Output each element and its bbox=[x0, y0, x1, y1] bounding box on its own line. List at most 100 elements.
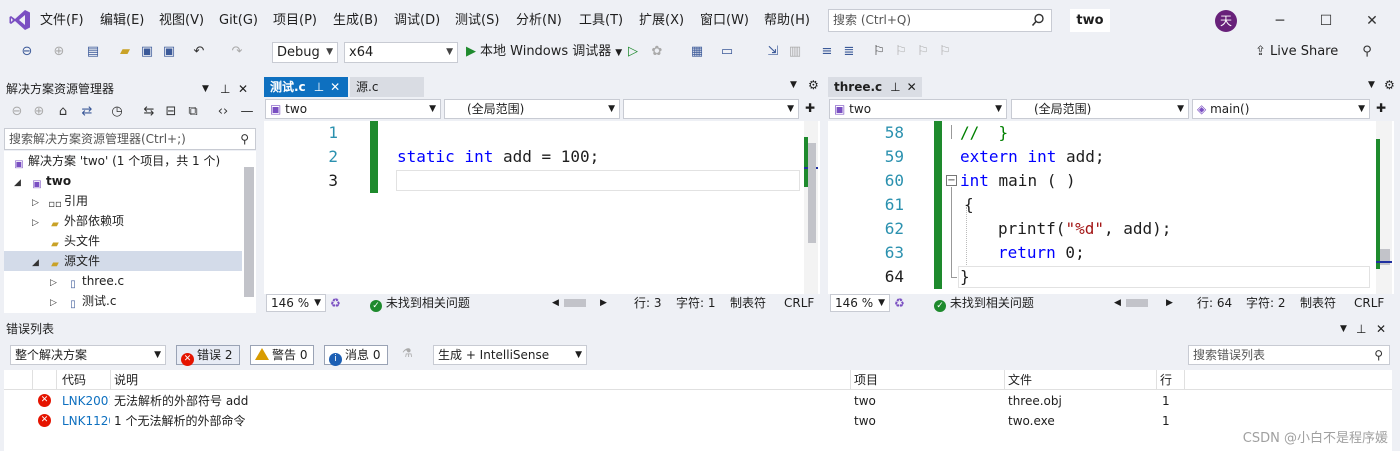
zoom-dropdown[interactable]: 146 % ▼ bbox=[830, 294, 890, 312]
menu-build[interactable]: 生成(B) bbox=[333, 12, 378, 30]
menu-analyze[interactable]: 分析(N) bbox=[516, 12, 562, 30]
issues-status[interactable]: ✓ 未找到相关问题 bbox=[370, 294, 470, 312]
split-icon[interactable]: ✚ bbox=[1376, 101, 1386, 115]
column-project[interactable]: 项目 bbox=[854, 370, 878, 390]
step-icon[interactable]: ⇲ bbox=[764, 43, 782, 61]
project-dropdown[interactable]: ▣ two ▼ bbox=[829, 99, 1007, 119]
menu-file[interactable]: 文件(F) bbox=[40, 12, 84, 30]
live-share-button[interactable]: ⇪ Live Share bbox=[1255, 43, 1338, 61]
issues-status[interactable]: ✓ 未找到相关问题 bbox=[934, 294, 1034, 312]
sync-icon[interactable]: ⇆ bbox=[140, 103, 158, 121]
pending-changes-icon[interactable]: ◷ bbox=[108, 103, 126, 121]
save-all-icon[interactable]: ▣ bbox=[160, 43, 178, 61]
tab-mode-indicator[interactable]: 制表符 bbox=[1300, 294, 1336, 312]
scope-dropdown[interactable]: (全局范围) ▼ bbox=[1011, 99, 1189, 119]
column-line[interactable]: 行 bbox=[1160, 370, 1172, 390]
scope-dropdown[interactable]: (全局范围) ▼ bbox=[444, 99, 620, 119]
column-description[interactable]: 说明 bbox=[114, 370, 138, 390]
solution-explorer-icon[interactable]: ▦ bbox=[688, 43, 706, 61]
menu-edit[interactable]: 编辑(E) bbox=[100, 12, 144, 30]
tab-yuan-c[interactable]: 源.c bbox=[350, 77, 424, 97]
tree-item-references[interactable]: ▷ ▫▫ 引用 bbox=[4, 191, 242, 211]
save-icon[interactable]: ▣ bbox=[138, 43, 156, 61]
maximize-icon[interactable]: ☐ bbox=[1316, 11, 1336, 31]
intellicode-icon[interactable]: ♻ bbox=[894, 294, 905, 312]
close-tab-icon[interactable]: ✕ bbox=[330, 80, 340, 94]
scroll-right-icon[interactable]: ▶ bbox=[600, 294, 607, 312]
column-code[interactable]: 代码 bbox=[62, 370, 86, 390]
tree-item-solution[interactable]: ▣ 解决方案 'two' (1 个项目，共 1 个) bbox=[4, 151, 242, 171]
bookmark-icon[interactable]: ⚐ bbox=[870, 43, 888, 61]
error-scope-dropdown[interactable]: 整个解决方案 ▼ bbox=[10, 345, 166, 365]
tab-test-c[interactable]: 测试.c ⊥ ✕ bbox=[264, 77, 348, 97]
tree-item-header-files[interactable]: ▰ 头文件 bbox=[4, 231, 242, 251]
uncomment-icon[interactable]: ≣ bbox=[840, 43, 858, 61]
zoom-dropdown[interactable]: 146 % ▼ bbox=[266, 294, 326, 312]
errors-filter-button[interactable]: ✕ 错误 2 bbox=[176, 345, 240, 366]
new-project-icon[interactable]: ▤ bbox=[84, 43, 102, 61]
chevron-down-icon[interactable]: ▼ bbox=[1340, 320, 1347, 338]
collapsed-icon[interactable]: ▷ bbox=[32, 193, 46, 213]
next-bookmark-icon[interactable]: ⚐ bbox=[914, 43, 932, 61]
collapse-region-icon[interactable]: − bbox=[946, 175, 957, 186]
pin-icon[interactable]: ⊥ bbox=[314, 80, 324, 94]
scroll-left-icon[interactable]: ◀ bbox=[552, 294, 559, 312]
filter-icon[interactable]: ⚗ bbox=[402, 346, 413, 360]
settings-icon[interactable]: ⚙ bbox=[1384, 78, 1395, 92]
start-debugging-button[interactable]: ▶ 本地 Windows 调试器 ▼ bbox=[466, 42, 622, 62]
code-view-icon[interactable]: ‹› bbox=[214, 103, 232, 121]
project-dropdown[interactable]: ▣ two ▼ bbox=[265, 99, 441, 119]
solution-name-badge[interactable]: two bbox=[1070, 9, 1110, 32]
feedback-icon[interactable]: ⚲ bbox=[1358, 43, 1376, 61]
vertical-scrollbar[interactable] bbox=[804, 121, 818, 294]
code-line[interactable]: extern int add; bbox=[960, 145, 1105, 169]
horizontal-scroll-thumb[interactable] bbox=[1126, 299, 1148, 307]
tree-item-file[interactable]: ▷ ▯ 测试.c bbox=[4, 291, 242, 311]
table-row[interactable]: ✕ LNK1120 1 个无法解析的外部命令 two two.exe 1 bbox=[4, 411, 1392, 431]
home-icon[interactable]: ⌂ bbox=[54, 103, 72, 121]
minimize-icon[interactable]: ─ bbox=[1270, 11, 1290, 31]
error-source-dropdown[interactable]: 生成 + IntelliSense ▼ bbox=[433, 345, 587, 365]
solution-search-input[interactable]: 搜索解决方案资源管理器(Ctrl+;) ⚲ bbox=[4, 128, 256, 150]
visual-studio-logo-icon[interactable] bbox=[8, 8, 32, 32]
right-code-editor[interactable]: 58 59 60 61 62 63 64 − // } extern int a… bbox=[828, 121, 1394, 294]
char-indicator[interactable]: 字符: 1 bbox=[676, 294, 716, 312]
menu-help[interactable]: 帮助(H) bbox=[764, 12, 810, 30]
scroll-thumb[interactable] bbox=[808, 143, 816, 243]
pin-icon[interactable]: ⊥ bbox=[220, 80, 230, 98]
code-line[interactable]: int main ( ) bbox=[960, 169, 1076, 193]
comment-icon[interactable]: ≡ bbox=[818, 43, 836, 61]
vertical-scrollbar[interactable] bbox=[1376, 121, 1392, 294]
tree-item-source-files[interactable]: ◢ ▰ 源文件 bbox=[4, 251, 242, 271]
horizontal-scroll-thumb[interactable] bbox=[564, 299, 586, 307]
tree-item-project[interactable]: ◢ ▣ two bbox=[4, 171, 242, 191]
error-search-input[interactable]: 搜索错误列表 ⚲ bbox=[1188, 345, 1390, 365]
back-icon[interactable]: ⊖ bbox=[18, 43, 36, 61]
switch-views-icon[interactable]: ⇄ bbox=[78, 103, 96, 121]
member-dropdown[interactable]: ▼ bbox=[623, 99, 799, 119]
menu-extensions[interactable]: 扩展(X) bbox=[639, 12, 684, 30]
settings-icon[interactable]: ⚙ bbox=[808, 78, 819, 92]
tab-mode-indicator[interactable]: 制表符 bbox=[730, 294, 766, 312]
intellicode-icon[interactable]: ♻ bbox=[330, 294, 341, 312]
tree-item-external-deps[interactable]: ▷ ▰ 外部依赖项 bbox=[4, 211, 242, 231]
format-icon[interactable]: ▥ bbox=[786, 43, 804, 61]
code-line[interactable]: } bbox=[960, 265, 970, 289]
split-icon[interactable]: ✚ bbox=[805, 101, 815, 115]
forward-icon[interactable]: ⊕ bbox=[50, 43, 68, 61]
close-panel-icon[interactable]: ✕ bbox=[1376, 320, 1386, 338]
close-tab-icon[interactable]: ✕ bbox=[907, 80, 917, 94]
collapsed-icon[interactable]: ▷ bbox=[50, 273, 64, 293]
menu-window[interactable]: 窗口(W) bbox=[700, 12, 749, 30]
tab-list-icon[interactable]: ▼ bbox=[1368, 80, 1375, 90]
menu-project[interactable]: 项目(P) bbox=[273, 12, 317, 30]
menu-tools[interactable]: 工具(T) bbox=[579, 12, 623, 30]
platform-select[interactable]: x64 ▼ bbox=[344, 42, 458, 63]
collapse-all-icon[interactable]: ⊟ bbox=[162, 103, 180, 121]
prev-bookmark-icon[interactable]: ⚐ bbox=[892, 43, 910, 61]
forward-icon[interactable]: ⊕ bbox=[30, 103, 48, 121]
messages-filter-button[interactable]: i 消息 0 bbox=[324, 345, 388, 366]
tree-scrollbar[interactable] bbox=[244, 167, 254, 297]
column-file[interactable]: 文件 bbox=[1008, 370, 1032, 390]
warnings-filter-button[interactable]: 警告 0 bbox=[250, 345, 314, 365]
